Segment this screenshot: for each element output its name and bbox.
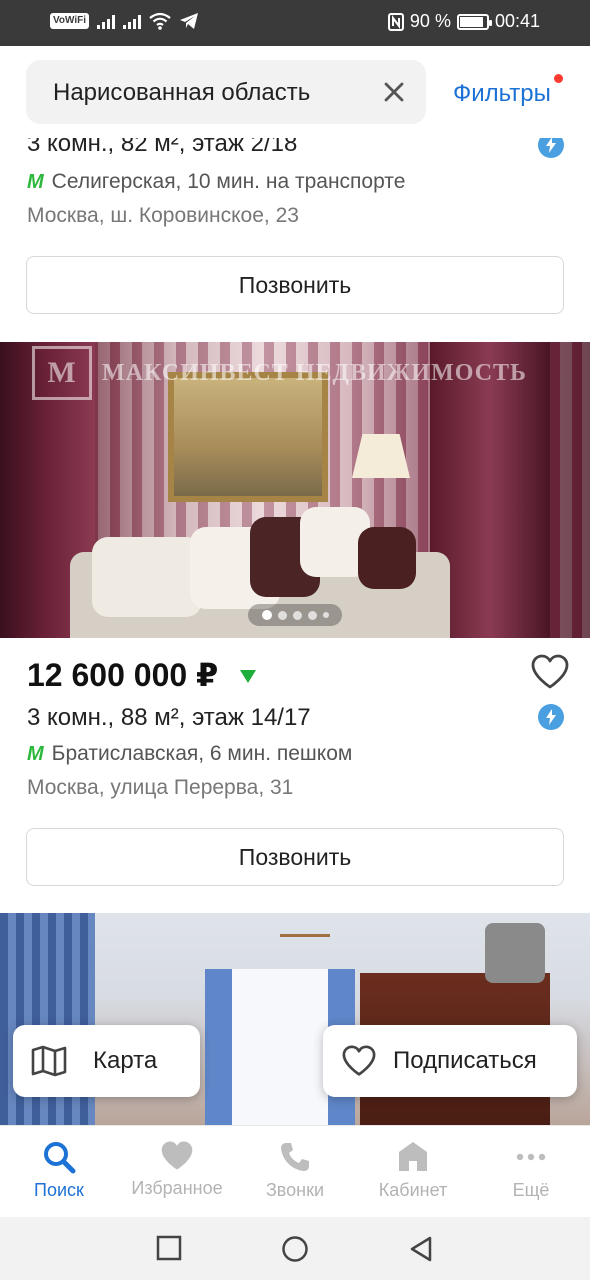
pillow xyxy=(92,537,202,617)
metro-icon: M xyxy=(27,742,44,765)
listing-2-call-button[interactable]: Позвонить xyxy=(26,828,564,886)
metro-icon: M xyxy=(27,170,44,193)
flash-icon xyxy=(538,704,564,730)
listing-2-price-row: 12 600 000 ₽ xyxy=(27,656,257,694)
listing-2-params: 3 комн., 88 м², этаж 14/17 xyxy=(27,704,311,731)
tab-more[interactable]: Ещё xyxy=(472,1126,590,1217)
pager-dot xyxy=(307,610,317,620)
listing-2-metro: M Братиславская, 6 мин. пешком xyxy=(27,742,352,766)
subscribe-button-label: Подписаться xyxy=(393,1047,537,1074)
photo-pager xyxy=(248,604,342,626)
system-nav-bar xyxy=(0,1217,590,1280)
tab-calls-label: Звонки xyxy=(265,1180,325,1200)
tab-favorites[interactable]: Избранное xyxy=(118,1126,236,1217)
listing-1-metro-text: Селигерская, 10 мин. на транспорте xyxy=(51,170,406,193)
heart-icon xyxy=(161,1141,193,1170)
favorite-heart-icon[interactable] xyxy=(530,654,570,690)
status-right: 90 % 00:41 xyxy=(387,11,540,32)
pager-dot xyxy=(322,612,329,618)
signal-2-icon xyxy=(123,13,142,29)
status-left: VoWiFi xyxy=(50,12,199,30)
tab-search[interactable]: Поиск xyxy=(0,1126,118,1217)
app-screen: VoWiFi 90 % 00:41 3 комн., 82 м², этаж 2… xyxy=(0,0,590,1280)
close-icon[interactable] xyxy=(382,80,406,104)
wifi-icon xyxy=(149,12,171,30)
listing-1-address: Москва, ш. Коровинское, 23 xyxy=(27,204,299,227)
pillow xyxy=(358,527,416,589)
telegram-icon xyxy=(180,13,199,29)
pager-dot xyxy=(292,610,302,620)
search-field[interactable]: Нарисованная область xyxy=(26,60,426,124)
battery-percent: 90 % xyxy=(409,11,451,31)
listing-1-call-button[interactable]: Позвонить xyxy=(26,256,564,314)
listing-2-price: 12 600 000 ₽ xyxy=(27,657,219,693)
listing-1-metro: M Селигерская, 10 мин. на транспорте xyxy=(27,170,405,194)
search-icon xyxy=(44,1142,76,1174)
heart-icon xyxy=(342,1045,376,1076)
watermark-logo: М xyxy=(32,346,92,400)
watermark: М МАКСИНВЕСТ НЕДВИЖИМОСТЬ xyxy=(32,346,527,400)
status-bar: VoWiFi 90 % 00:41 xyxy=(0,0,590,46)
recents-icon[interactable] xyxy=(156,1235,182,1261)
map-button[interactable]: Карта xyxy=(13,1025,200,1097)
listing-2-metro-text: Братиславская, 6 мин. пешком xyxy=(51,742,353,765)
signal-icon xyxy=(97,13,116,29)
tab-search-label: Поиск xyxy=(34,1180,84,1200)
pager-dot xyxy=(277,610,287,620)
vowifi-badge: VoWiFi xyxy=(50,13,90,29)
battery-icon xyxy=(456,13,492,30)
listing-2-address: Москва, улица Перерва, 31 xyxy=(27,776,294,799)
search-header: Нарисованная область Фильтры xyxy=(0,46,590,138)
tab-favorites-label: Избранное xyxy=(131,1178,223,1198)
clock: 00:41 xyxy=(494,11,540,31)
chandelier xyxy=(280,913,330,937)
subscribe-button[interactable]: Подписаться xyxy=(323,1025,577,1097)
home-icon xyxy=(399,1142,427,1171)
listing-2-photo[interactable]: М МАКСИНВЕСТ НЕДВИЖИМОСТЬ xyxy=(0,342,590,638)
tab-bar: Поиск Избранное Звонки Кабинет Ещё xyxy=(0,1125,590,1217)
tab-cabinet[interactable]: Кабинет xyxy=(354,1126,472,1217)
filters-label: Фильтры xyxy=(453,80,551,107)
price-down-icon xyxy=(240,669,257,683)
filters-button[interactable]: Фильтры xyxy=(453,74,563,108)
back-icon[interactable] xyxy=(408,1235,434,1263)
tab-cabinet-label: Кабинет xyxy=(378,1180,448,1200)
map-button-label: Карта xyxy=(93,1047,158,1074)
filters-badge xyxy=(553,74,563,83)
tab-more-label: Ещё xyxy=(512,1180,550,1200)
nfc-icon xyxy=(387,12,404,31)
speaker xyxy=(485,923,545,983)
more-icon xyxy=(516,1153,546,1161)
phone-icon xyxy=(281,1143,309,1171)
watermark-text: МАКСИНВЕСТ НЕДВИЖИМОСТЬ xyxy=(102,359,527,386)
pager-dot xyxy=(261,610,272,620)
search-text: Нарисованная область xyxy=(53,79,311,106)
tab-calls[interactable]: Звонки xyxy=(236,1126,354,1217)
map-icon xyxy=(31,1045,67,1077)
home-button-icon[interactable] xyxy=(281,1235,309,1263)
